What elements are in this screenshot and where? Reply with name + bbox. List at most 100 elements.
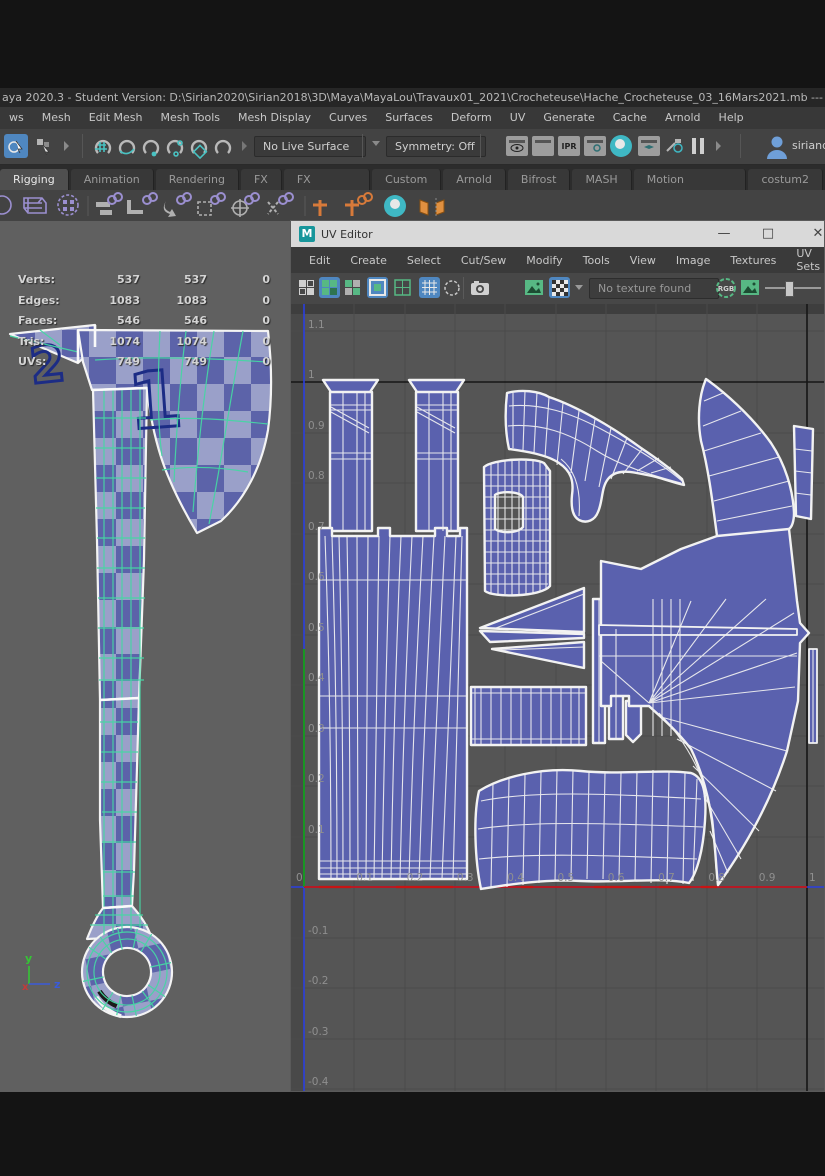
shelf-tab-arnold[interactable]: Arnold [443,169,506,190]
main-menu-edit-mesh[interactable]: Edit Mesh [80,107,152,129]
shelf-tab-fx[interactable]: FX [241,169,282,190]
lasso-tool-button[interactable] [32,134,56,158]
symmetry-field[interactable]: Symmetry: Off [386,136,486,157]
image-display-icon[interactable] [523,277,544,298]
uv-snapshot-icon[interactable] [469,277,490,298]
hypershade-icon[interactable] [610,135,632,157]
main-menu-mesh-tools[interactable]: Mesh Tools [151,107,229,129]
pixel-snap-icon[interactable] [419,277,440,298]
pause-icon[interactable] [692,138,706,154]
user-name-label[interactable]: siriande [792,139,825,152]
image-ratio-icon[interactable] [739,277,760,298]
texture-borders-icon[interactable] [367,277,388,298]
v-tick-1.1: 1.1 [308,319,325,331]
render-current-frame-icon[interactable] [532,136,554,156]
toolbar-separator [362,134,363,158]
maya-logo-icon: M [299,226,315,242]
close-button[interactable]: ✕ [798,221,825,247]
user-avatar-icon[interactable] [766,135,788,159]
uv-menu-edit[interactable]: Edit [299,254,340,267]
shade-uvs-icon[interactable] [441,277,462,298]
render-layers-icon[interactable] [638,136,660,156]
tool-flyout-arrow[interactable] [64,141,69,151]
toolbar-separator [82,134,83,158]
main-menu-arnold[interactable]: Arnold [656,107,710,129]
stats-value: Faces: [18,314,57,327]
rgb-channels-icon[interactable]: RGB [715,277,736,298]
shelf-tab-animation[interactable]: Animation [71,169,154,190]
snap-icons-group[interactable] [92,135,237,159]
axis-y-label: y [25,952,32,965]
exposure-slider-handle[interactable] [785,281,794,297]
v-tick-0.1: 0.1 [308,824,325,836]
uv-menu-select[interactable]: Select [397,254,451,267]
main-menu-cache[interactable]: Cache [604,107,656,129]
main-menu-curves[interactable]: Curves [320,107,376,129]
stats-value: 537 [70,273,140,286]
uv-menu-tools[interactable]: Tools [573,254,620,267]
render-view-icon[interactable] [506,136,528,156]
uv-editor-title: UV Editor [321,228,373,241]
main-menu-mesh[interactable]: Mesh [33,107,80,129]
shelf-tab-fx-caching[interactable]: FX Caching [284,169,370,190]
uv-menu-cut-sew[interactable]: Cut/Sew [451,254,516,267]
main-menu-help[interactable]: Help [710,107,753,129]
shaded-shells-icon[interactable] [342,277,363,298]
shelf-tab-motion-graphics[interactable]: Motion Graphics [634,169,747,190]
shell-view-icon[interactable] [319,277,340,298]
shelf-tab-bifrost[interactable]: Bifrost [508,169,571,190]
live-surface-field[interactable]: No Live Surface [254,136,366,157]
shelf-tab-rigging[interactable]: Rigging [0,169,69,190]
grid-display-icon[interactable] [392,277,413,298]
symmetry-dropdown-arrow[interactable] [372,141,380,151]
uv-menu-uv-sets[interactable]: UV Sets [786,247,825,273]
shelf-icons[interactable] [0,192,470,220]
main-title-bar: aya 2020.3 - Student Version: D:\Sirian2… [0,88,825,107]
texture-dropdown-arrow[interactable] [575,285,583,295]
v-tick-0.3: 0.3 [308,723,325,735]
snap-flyout-arrow[interactable] [242,141,247,151]
checker-texture-icon[interactable] [549,277,570,298]
paint-effects-icon[interactable] [664,136,686,156]
uv-editor-title-bar[interactable]: M UV Editor — □ ✕ [291,221,824,247]
maya-application: aya 2020.3 - Student Version: D:\Sirian2… [0,0,825,1176]
main-menu-surfaces[interactable]: Surfaces [376,107,442,129]
uv-canvas[interactable]: 1.110.90.80.70.60.50.40.30.20.1-0.1-0.2-… [291,304,824,1091]
main-menu-generate[interactable]: Generate [534,107,603,129]
main-menu-mesh-display[interactable]: Mesh Display [229,107,320,129]
live-surface-label: No Live Surface [263,140,349,153]
stats-value: 537 [140,273,207,286]
uv-menu-image[interactable]: Image [666,254,720,267]
maximize-button[interactable]: □ [748,221,788,247]
minimize-button[interactable]: — [704,221,744,247]
uv-menu-textures[interactable]: Textures [720,254,786,267]
uv-distortion-icon[interactable] [296,277,317,298]
render-settings-icon[interactable] [584,136,606,156]
shelf-tab-costum2[interactable]: costum2 [748,169,823,190]
stats-row-edges: Edges:108310830 [10,294,268,315]
v-tick--0.4: -0.4 [308,1076,329,1088]
shelf-tab-rendering[interactable]: Rendering [156,169,239,190]
main-menu-ws[interactable]: ws [0,107,33,129]
u-tick-0.2: 0.2 [407,872,424,884]
axis-z-label: z [54,978,60,991]
uv-menu-modify[interactable]: Modify [516,254,572,267]
uv-menu-view[interactable]: View [620,254,666,267]
uv-layout [291,304,824,1091]
perspective-viewport[interactable]: 2 1 [0,221,290,1092]
shelf-tab-custom[interactable]: Custom [372,169,441,190]
poly-count-hud: Verts:5375370Edges:108310830Faces:546546… [10,273,268,376]
u-tick-0.1: 0.1 [356,872,373,884]
v-tick-0.8: 0.8 [308,470,325,482]
stats-value: 1083 [70,294,140,307]
stats-value: 0 [210,273,270,286]
shelf-tab-mash[interactable]: MASH [572,169,631,190]
main-menu-uv[interactable]: UV [501,107,535,129]
main-title-text: aya 2020.3 - Student Version: D:\Sirian2… [2,91,825,104]
v-tick--0.2: -0.2 [308,975,329,987]
uv-menu-create[interactable]: Create [340,254,397,267]
select-tool-button[interactable] [4,134,28,158]
ipr-render-icon[interactable]: IPR [558,136,580,156]
main-menu-deform[interactable]: Deform [442,107,501,129]
render-flyout-arrow[interactable] [716,141,721,151]
